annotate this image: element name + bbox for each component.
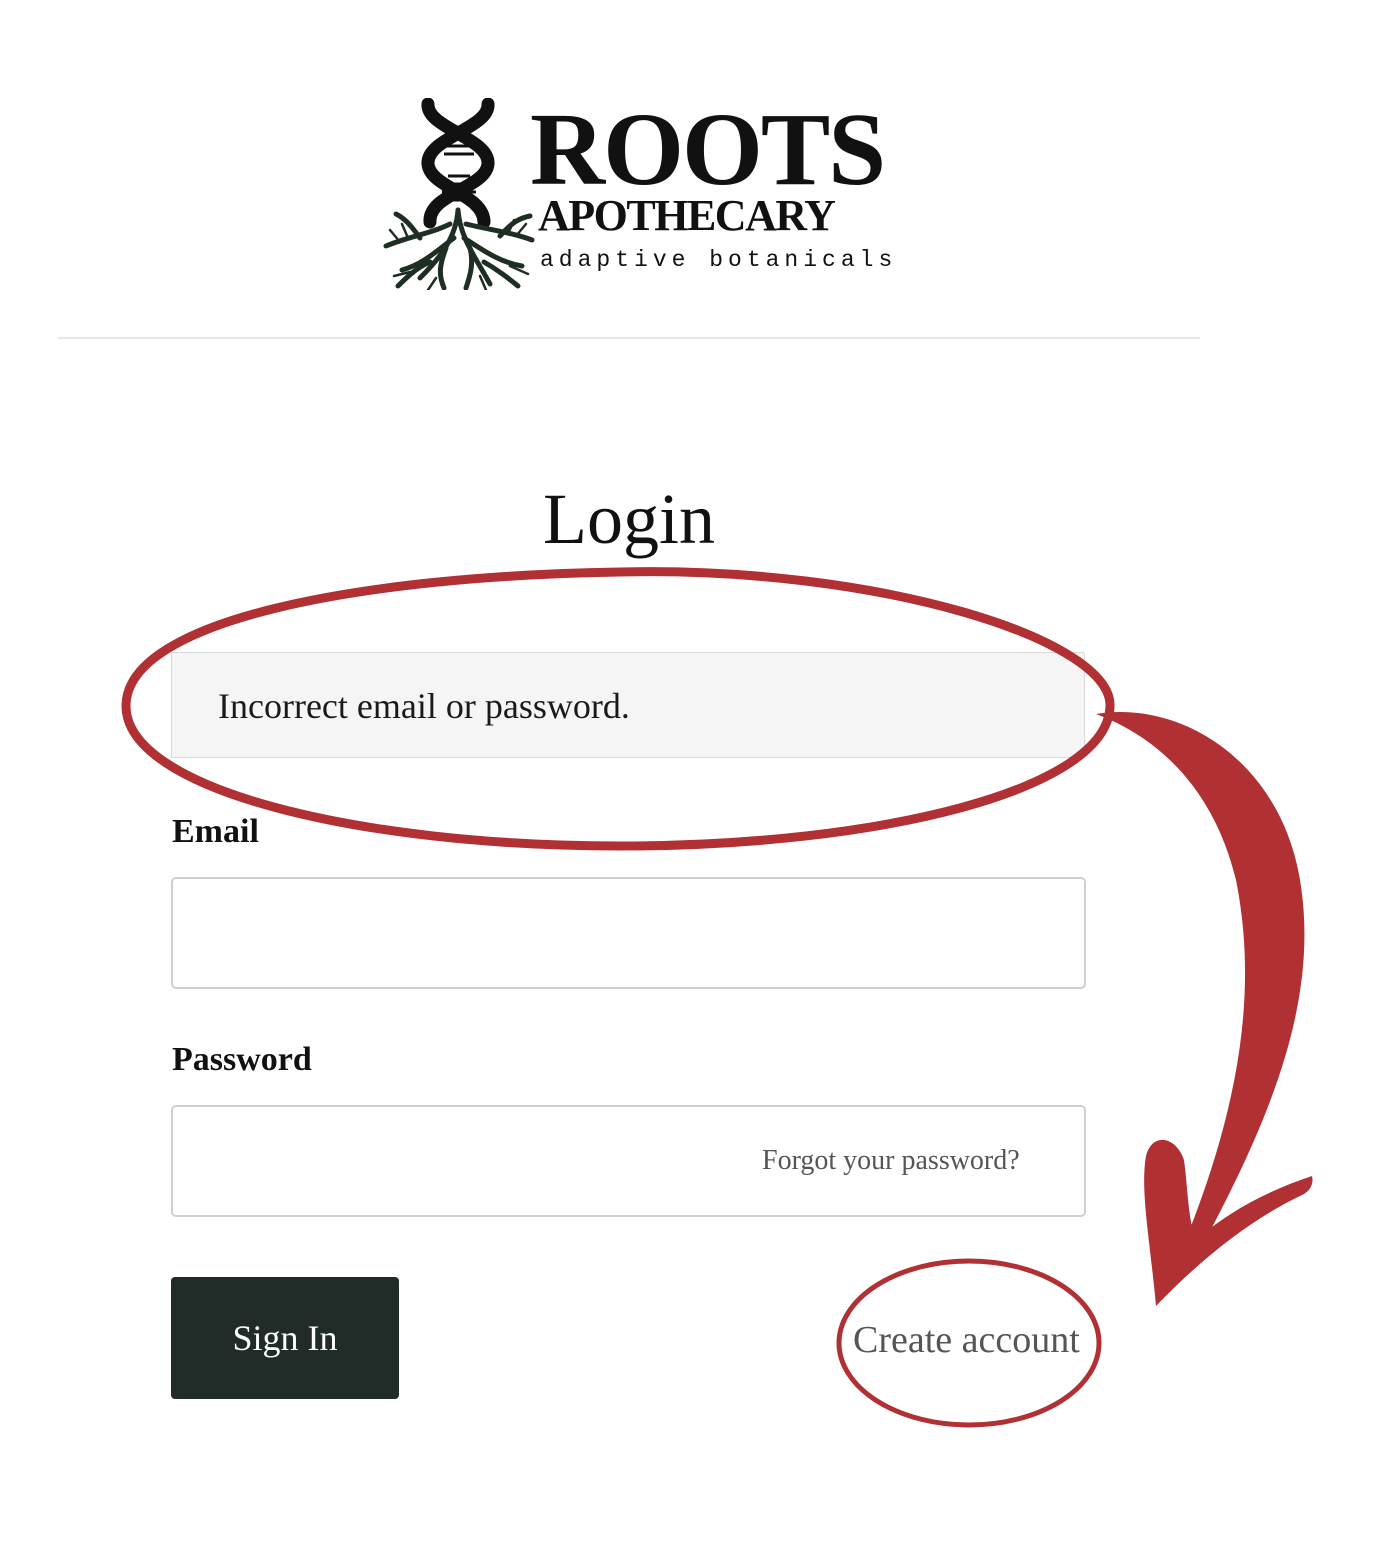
header-divider: [58, 337, 1200, 339]
brand-name: ROOTS: [530, 92, 886, 207]
error-alert: Incorrect email or password.: [171, 652, 1085, 758]
brand-tagline: adaptive botanicals: [540, 247, 898, 273]
arrow-head-icon: [1144, 1139, 1313, 1306]
login-page: ROOTS APOTHECARY adaptive botanicals Log…: [0, 0, 1386, 1558]
dna-roots-logo-icon: [383, 98, 535, 290]
error-message: Incorrect email or password.: [218, 686, 630, 726]
forgot-password-link[interactable]: Forgot your password?: [762, 1144, 1020, 1178]
brand-subname: APOTHECARY: [538, 191, 836, 240]
page-title: Login: [543, 479, 715, 559]
curved-arrow-icon: [1096, 712, 1305, 1250]
sign-in-button[interactable]: Sign In: [171, 1277, 399, 1399]
email-field[interactable]: [171, 877, 1086, 989]
create-account-link[interactable]: Create account: [853, 1318, 1080, 1362]
brand-logo[interactable]: ROOTS APOTHECARY adaptive botanicals: [380, 98, 892, 290]
password-label: Password: [172, 1041, 312, 1078]
email-label: Email: [172, 813, 259, 850]
